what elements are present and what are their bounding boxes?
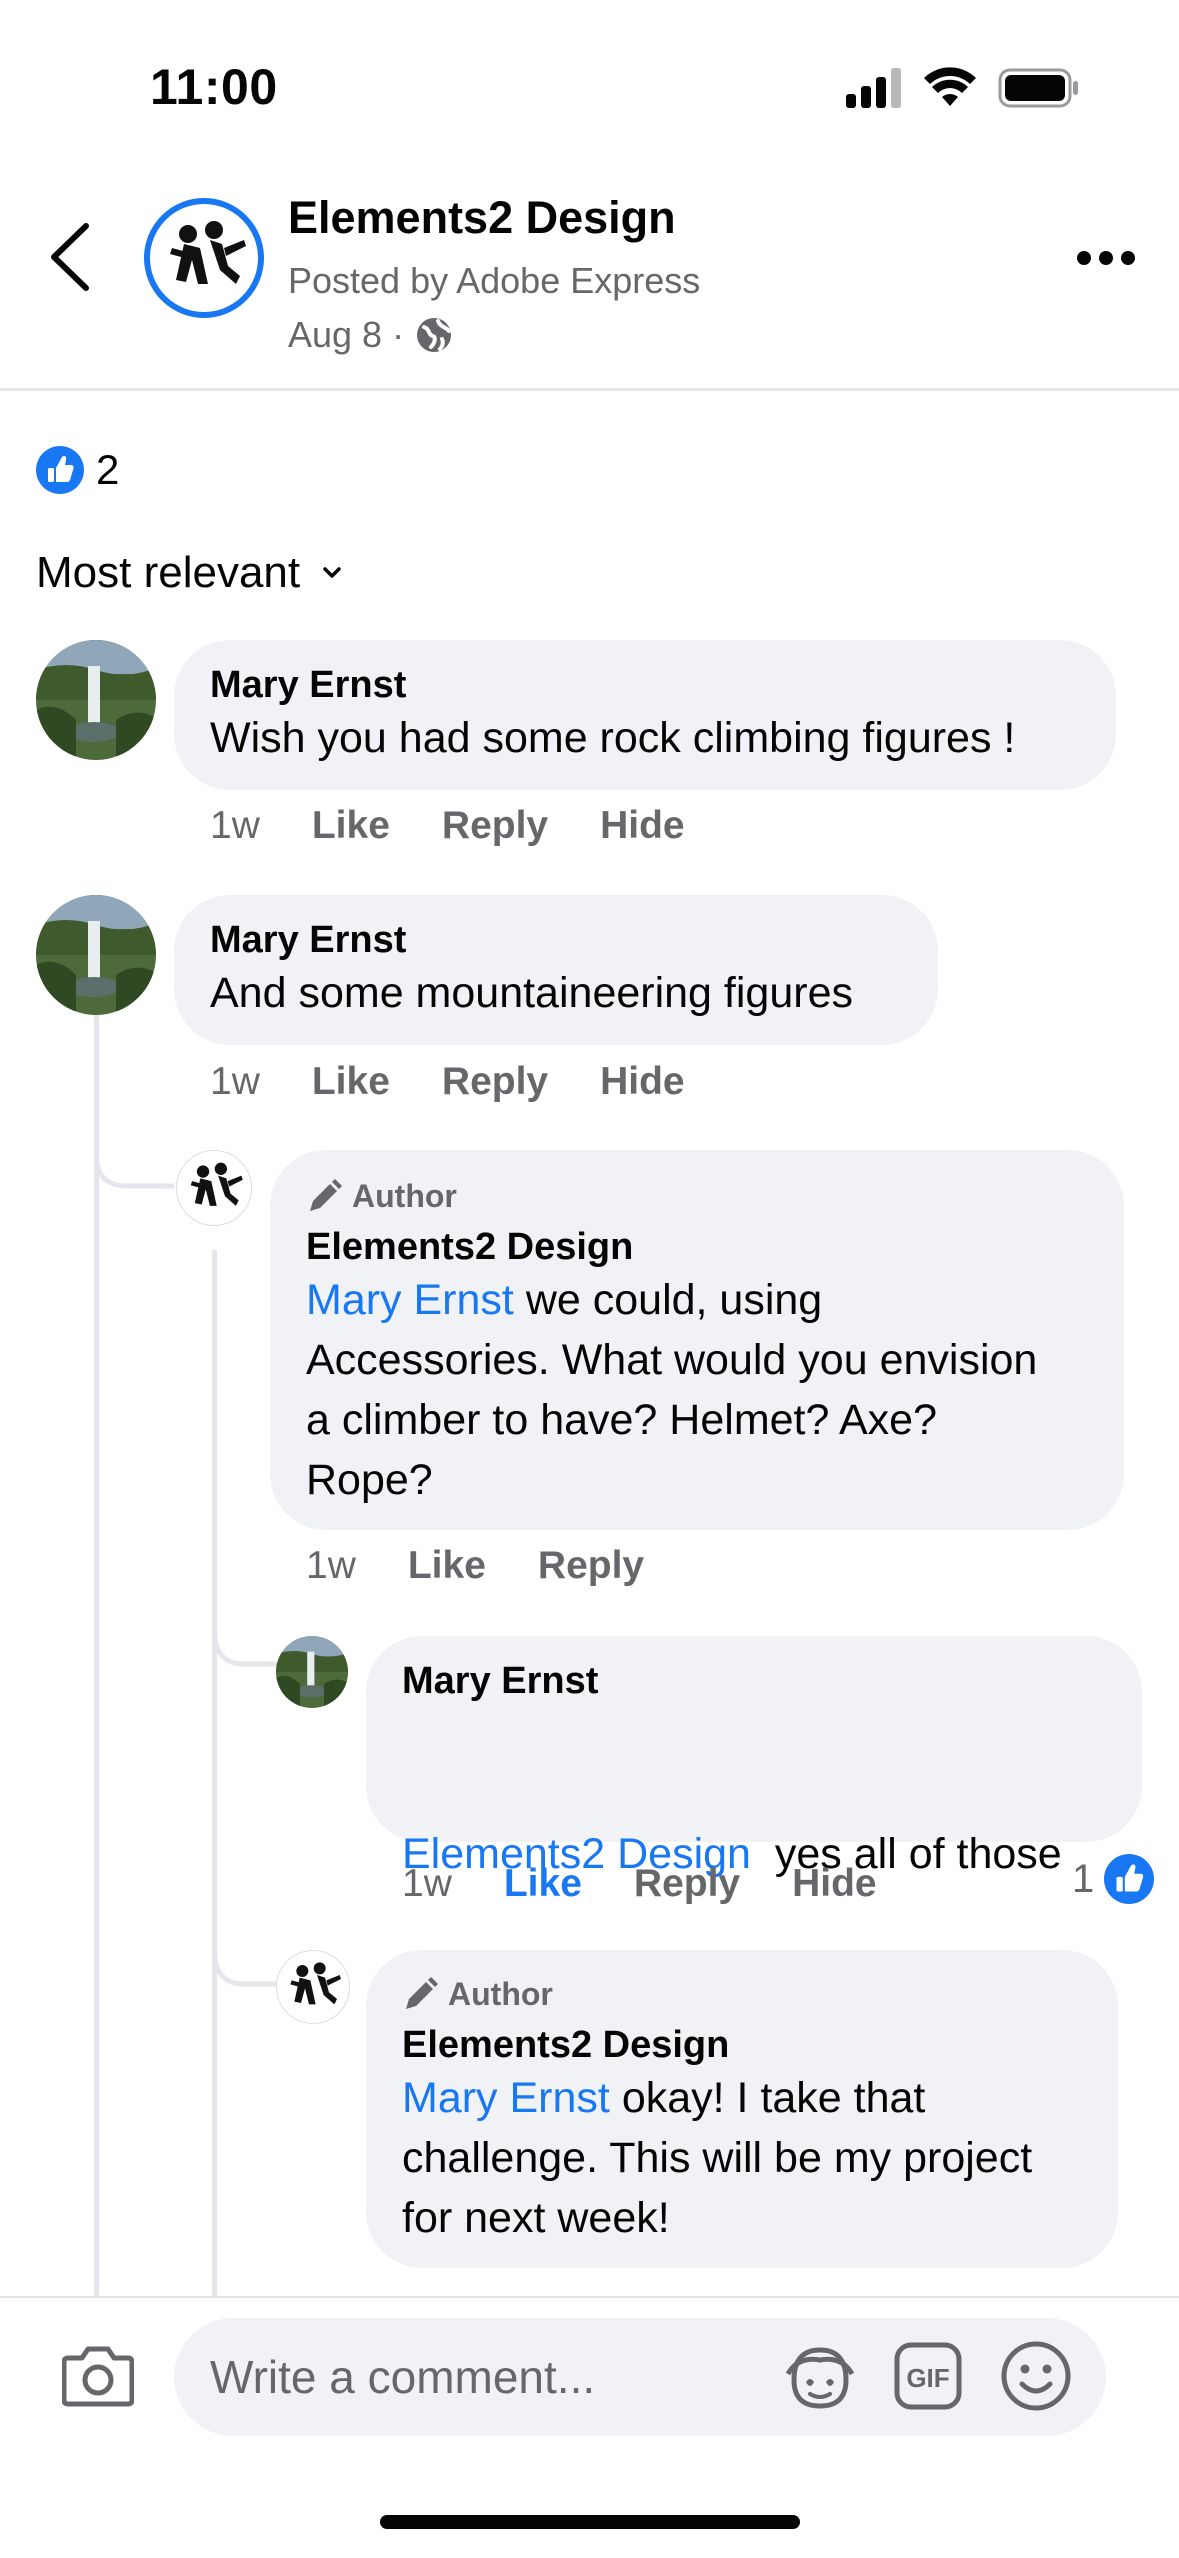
waterfall-photo bbox=[36, 895, 156, 1015]
sort-dropdown[interactable]: Most relevant bbox=[36, 548, 342, 598]
page-avatar[interactable] bbox=[144, 198, 264, 318]
gif-icon[interactable]: GIF bbox=[894, 2342, 962, 2410]
figures-logo-icon bbox=[290, 1962, 341, 2005]
comment-author[interactable]: Mary Ernst bbox=[210, 919, 406, 962]
avatar[interactable] bbox=[36, 640, 156, 760]
figures-logo-icon bbox=[170, 221, 246, 284]
sort-label: Most relevant bbox=[36, 548, 301, 597]
comment-author[interactable]: Elements2 Design bbox=[402, 2024, 729, 2067]
comment-text-line: for next week! bbox=[402, 2194, 670, 2242]
header-divider bbox=[0, 388, 1179, 391]
like-button[interactable]: Like bbox=[504, 1862, 582, 1906]
waterfall-photo bbox=[276, 1636, 348, 1708]
comment-time: 1w bbox=[402, 1862, 452, 1905]
camera-icon[interactable] bbox=[62, 2344, 134, 2408]
mention-link[interactable]: Mary Ernst bbox=[402, 2074, 610, 2122]
comment-time: 1w bbox=[210, 804, 260, 847]
more-options-icon[interactable] bbox=[1076, 250, 1136, 266]
comment-text-line: Rope? bbox=[306, 1456, 433, 1504]
pencil-icon bbox=[406, 1976, 438, 2009]
signal-icon bbox=[846, 68, 901, 108]
status-time: 11:00 bbox=[150, 59, 278, 115]
comment-author[interactable]: Mary Ernst bbox=[402, 1660, 598, 1703]
battery-icon bbox=[998, 68, 1078, 108]
thread-line-nested bbox=[212, 1250, 217, 2300]
figures-logo-icon bbox=[190, 1162, 243, 1206]
comment-actions: 1w Like Reply Hide bbox=[210, 1060, 685, 1104]
hide-button[interactable]: Hide bbox=[600, 804, 685, 848]
reply-button[interactable]: Reply bbox=[634, 1862, 740, 1906]
post-date: Aug 8 · bbox=[288, 314, 452, 356]
avatar[interactable] bbox=[276, 1636, 348, 1708]
comment-bubble[interactable]: Mary Ernst And some mountaineering figur… bbox=[174, 895, 938, 1045]
reaction-count: 1 bbox=[1072, 1856, 1095, 1901]
author-badge: Author bbox=[306, 1178, 457, 1215]
hide-button[interactable]: Hide bbox=[792, 1862, 877, 1906]
author-tag-label: Author bbox=[352, 1178, 457, 1214]
comment-input-placeholder[interactable]: Write a comment... bbox=[210, 2350, 595, 2404]
author-tag-label: Author bbox=[448, 1976, 553, 2012]
author-badge: Author bbox=[402, 1976, 553, 2013]
reply-bubble[interactable]: Author Elements2 Design Mary Ernst we co… bbox=[270, 1150, 1124, 1530]
like-thumb-icon bbox=[1104, 1854, 1155, 1904]
hide-button[interactable]: Hide bbox=[600, 1060, 685, 1104]
avatar[interactable] bbox=[276, 1950, 350, 2024]
waterfall-photo bbox=[36, 640, 156, 760]
reply-button[interactable]: Reply bbox=[442, 1060, 548, 1104]
avatar[interactable] bbox=[176, 1150, 252, 1226]
mention-link[interactable]: Mary Ernst bbox=[306, 1276, 514, 1324]
comment-author[interactable]: Elements2 Design bbox=[306, 1226, 633, 1269]
comment-text-line: a climber to have? Helmet? Axe? bbox=[306, 1396, 937, 1444]
comment-text: Wish you had some rock climbing figures … bbox=[210, 714, 1016, 762]
back-arrow-icon[interactable] bbox=[48, 222, 92, 292]
avatar[interactable] bbox=[36, 895, 156, 1015]
reply-button[interactable]: Reply bbox=[538, 1544, 644, 1588]
avatar-sticker-icon[interactable] bbox=[784, 2344, 856, 2412]
reply-button[interactable]: Reply bbox=[442, 804, 548, 848]
like-button[interactable]: Like bbox=[312, 804, 390, 848]
posted-by-label: Posted by Adobe Express bbox=[288, 260, 701, 301]
home-indicator bbox=[380, 2515, 800, 2529]
globe-icon bbox=[417, 318, 452, 352]
post-date-text: Aug 8 · bbox=[288, 314, 405, 355]
like-button[interactable]: Like bbox=[312, 1060, 390, 1104]
comment-time: 1w bbox=[306, 1544, 356, 1587]
like-thumb-icon[interactable] bbox=[36, 446, 84, 494]
like-button[interactable]: Like bbox=[408, 1544, 486, 1588]
comment-actions: 1w Like Reply bbox=[306, 1544, 644, 1588]
comment-bubble[interactable]: Mary Ernst Wish you had some rock climbi… bbox=[174, 640, 1116, 790]
thread-connector bbox=[212, 1580, 282, 1667]
comment-actions: 1w Like Reply Hide bbox=[210, 804, 685, 848]
chevron-down-icon bbox=[323, 567, 341, 578]
comment-author[interactable]: Mary Ernst bbox=[210, 664, 406, 707]
svg-text:GIF: GIF bbox=[906, 2363, 949, 2393]
comment-text: Mary Ernst we could, using Accessories. … bbox=[306, 1270, 1037, 1510]
thread-connector bbox=[94, 1100, 174, 1189]
reply-bubble[interactable]: Author Elements2 Design Mary Ernst okay!… bbox=[366, 1950, 1118, 2268]
comment-text-line: challenge. This will be my project bbox=[402, 2134, 1033, 2182]
comment-actions: 1w Like Reply Hide bbox=[402, 1862, 877, 1906]
comment-time: 1w bbox=[210, 1060, 260, 1103]
comment-text-line: okay! I take that bbox=[609, 2074, 926, 2122]
reaction-count[interactable]: 2 bbox=[96, 446, 119, 494]
thread-line bbox=[94, 1015, 99, 2300]
reply-reaction[interactable]: 1 bbox=[1072, 1854, 1155, 1904]
reply-bubble[interactable]: Mary Ernst Elements2 Design yes all of t… bbox=[366, 1636, 1142, 2058]
thread-connector bbox=[212, 1900, 282, 1987]
pencil-icon bbox=[310, 1178, 342, 1211]
wifi-icon bbox=[924, 67, 976, 106]
comment-text-line: Accessories. What would you envision bbox=[306, 1336, 1038, 1384]
comment-text: And some mountaineering figures bbox=[210, 969, 853, 1017]
page-name[interactable]: Elements2 Design bbox=[288, 192, 676, 244]
comment-text-line: we could, using bbox=[513, 1276, 823, 1324]
emoji-icon[interactable] bbox=[1000, 2340, 1072, 2412]
comment-text: Mary Ernst okay! I take that challenge. … bbox=[402, 2068, 1032, 2248]
